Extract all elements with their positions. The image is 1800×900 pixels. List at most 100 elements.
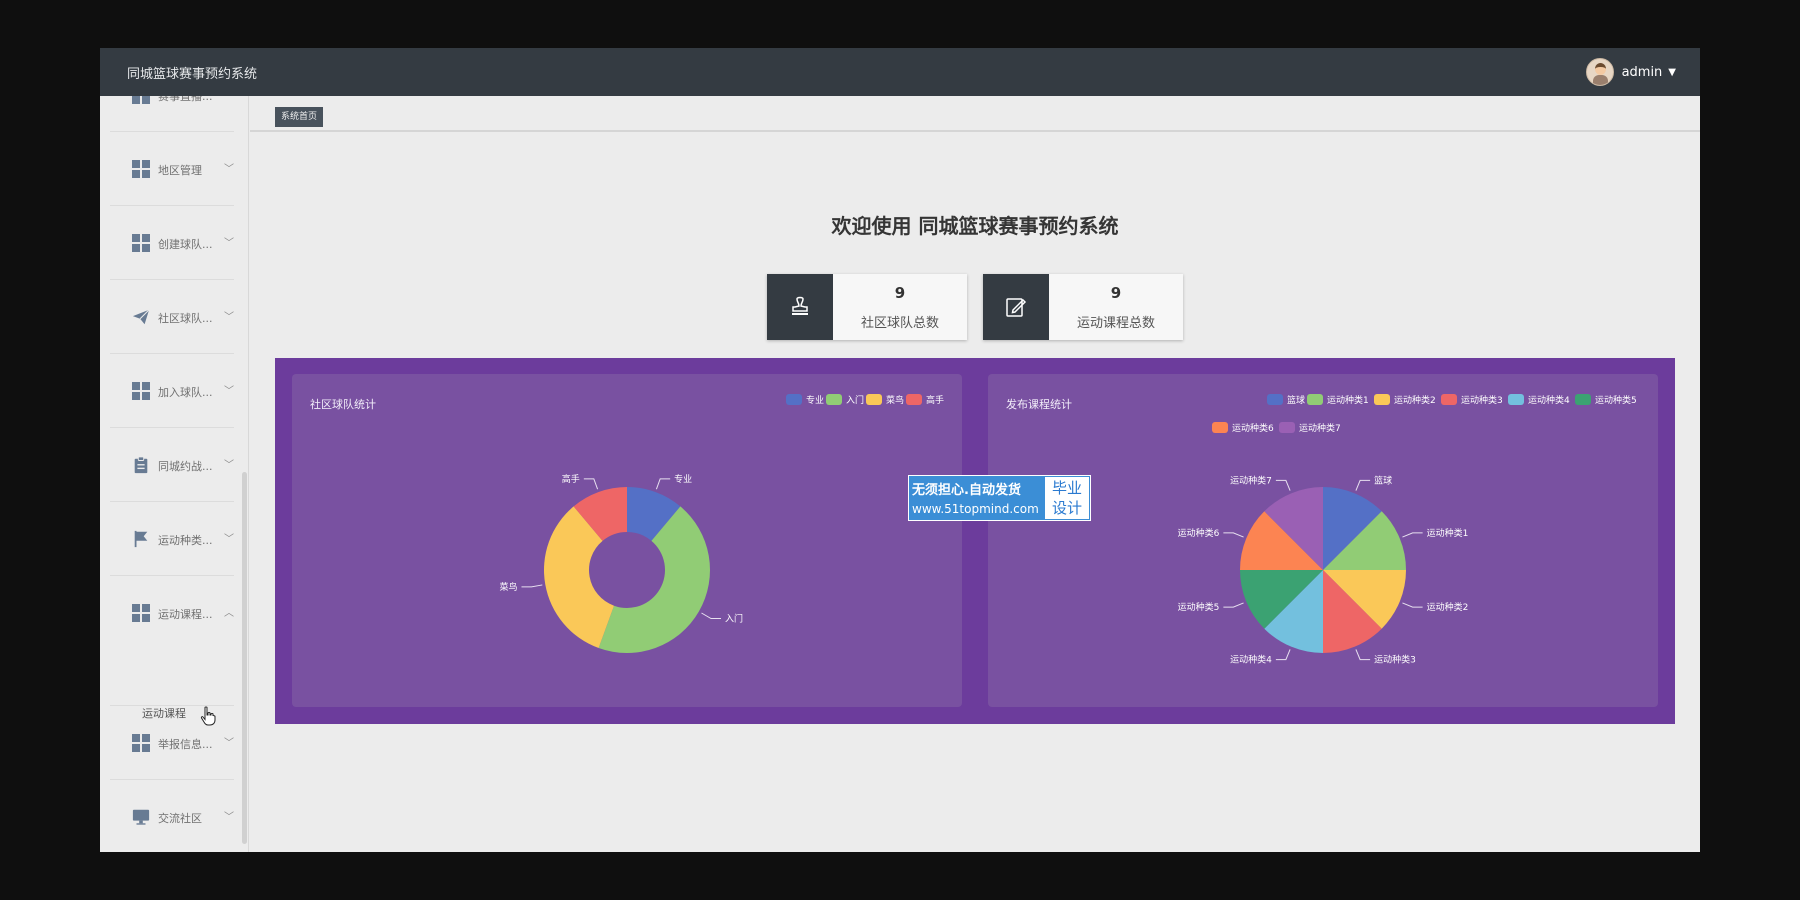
user-menu[interactable]: admin ▼ <box>1585 57 1676 87</box>
caret-down-icon[interactable]: ▼ <box>1668 67 1676 78</box>
sidebar-item-sport-type[interactable]: 运动种类... ﹀ <box>110 502 234 576</box>
chart-section: 社区球队统计 专业 入门 菜鸟 高手 专业 入门 菜鸟 高手 发布课程统计 篮球 运动种类1 运动… <box>275 358 1675 724</box>
avatar[interactable] <box>1585 58 1614 86</box>
legend-swatch[interactable] <box>1575 394 1591 405</box>
chevron-down-icon: ﹀ <box>224 812 234 823</box>
sidebar-item-join-team[interactable]: 加入球队... ﹀ <box>110 354 234 428</box>
legend-label[interactable]: 高手 <box>926 394 944 406</box>
legend-label[interactable]: 入门 <box>846 394 864 406</box>
stamp-icon <box>792 296 808 315</box>
grid-icon <box>132 96 150 104</box>
chevron-down-icon: ﹀ <box>224 534 234 545</box>
legend-swatch[interactable] <box>866 394 882 405</box>
chevron-down-icon: ﹀ <box>224 460 234 471</box>
sidebar-item-region[interactable]: 地区管理 ﹀ <box>110 132 234 206</box>
chevron-down-icon: ﹀ <box>224 164 234 175</box>
legend-swatch[interactable] <box>1279 422 1295 433</box>
chevron-down-icon: ﹀ <box>224 312 234 323</box>
legend-swatch[interactable] <box>1508 394 1524 405</box>
sidebar-item-community-team[interactable]: 社区球队... ﹀ <box>110 280 234 354</box>
legend-swatch[interactable] <box>786 394 802 405</box>
sidebar-item-label: 交流社区 <box>158 812 202 825</box>
stat-value: 9 <box>1110 284 1122 302</box>
stat-label: 运动课程总数 <box>1076 316 1155 331</box>
watermark-badge-bottom: 设计 <box>1051 499 1082 517</box>
legend-swatch[interactable] <box>1441 394 1457 405</box>
watermark-badge-top: 毕业 <box>1051 479 1082 497</box>
sidebar-item-label: 地区管理 <box>158 164 202 177</box>
team-pie-chart: 专业 入门 菜鸟 高手专业入门菜鸟高手 <box>499 394 944 653</box>
grid-icon <box>132 160 150 178</box>
legend-label[interactable]: 菜鸟 <box>886 394 904 406</box>
legend-label[interactable]: 运动种类4 <box>1528 394 1570 406</box>
sidebar-item-label: 社区球队... <box>158 312 213 325</box>
page-title: 欢迎使用 同城篮球赛事预约系统 <box>831 214 1119 238</box>
sidebar-item-forum[interactable]: 交流社区 ﹀ <box>110 780 234 852</box>
paper-plane-icon <box>132 309 150 325</box>
edit-icon <box>1006 298 1027 317</box>
pie-label: 运动种类1 <box>1427 527 1469 539</box>
sidebar: 赛事直播... ﹀ 地区管理 ﹀ 创建球队... ﹀ 社区球队... ﹀ 加入球… <box>100 96 249 852</box>
main-content: 系统首页 欢迎使用 同城篮球赛事预约系统 9 社区球队总数 9 运动课程总数 社… <box>250 96 1700 852</box>
pie-label-line <box>701 612 722 619</box>
watermark-line2: www.51topmind.com <box>912 502 1039 516</box>
watermark-banner: 无须担心.自动发货 www.51topmind.com 毕业 设计 <box>908 475 1091 521</box>
pie-label: 运动种类4 <box>1230 654 1272 666</box>
pie-label-line <box>1223 602 1244 608</box>
legend-label[interactable]: 运动种类1 <box>1327 394 1369 406</box>
chevron-down-icon: ﹀ <box>224 738 234 749</box>
chevron-down-icon: ﹀ <box>224 96 234 101</box>
breadcrumb: 系统首页 <box>250 96 1700 132</box>
sidebar-item-label: 同城约战... <box>158 460 213 473</box>
pie-label: 高手 <box>562 473 580 485</box>
legend-swatch[interactable] <box>1374 394 1390 405</box>
chevron-up-icon: ︿ <box>224 608 234 619</box>
sidebar-item-label: 运动课程... <box>158 608 213 621</box>
legend-label[interactable]: 篮球 <box>1287 394 1305 406</box>
pie-label: 运动种类5 <box>1178 601 1220 613</box>
legend-swatch[interactable] <box>1212 422 1228 433</box>
clipboard-icon <box>134 456 148 474</box>
top-header: 同城篮球赛事预约系统 admin ▼ <box>100 48 1700 96</box>
chevron-down-icon: ﹀ <box>224 238 234 249</box>
legend-swatch[interactable] <box>1307 394 1323 405</box>
legend-label[interactable]: 专业 <box>806 394 824 406</box>
chart-panel-teams: 社区球队统计 专业 入门 菜鸟 高手 专业 入门 菜鸟 高手 <box>292 374 962 707</box>
pie-label-line <box>655 478 671 490</box>
stat-card-courses: 9 运动课程总数 <box>983 274 1183 340</box>
pie-label-line <box>1355 649 1371 661</box>
sidebar-item-label: 创建球队... <box>158 238 213 251</box>
pie-label: 运动种类7 <box>1230 474 1272 486</box>
watermark-badge: 毕业 设计 <box>1045 477 1089 519</box>
monitor-icon <box>132 809 150 825</box>
sidebar-item-live[interactable]: 赛事直播... ﹀ <box>110 96 234 132</box>
app-title: 同城篮球赛事预约系统 <box>127 67 258 82</box>
sidebar-item-label: 运动种类... <box>158 534 213 547</box>
sidebar-item-sport-course[interactable]: 运动课程... ︿ <box>110 576 234 706</box>
pie-label: 入门 <box>725 613 743 625</box>
legend-swatch[interactable] <box>1267 394 1283 405</box>
legend-label[interactable]: 运动种类3 <box>1461 394 1503 406</box>
legend-swatch[interactable] <box>826 394 842 405</box>
legend-swatch[interactable] <box>906 394 922 405</box>
chevron-down-icon: ﹀ <box>224 386 234 397</box>
pie-label: 运动种类6 <box>1178 527 1220 539</box>
watermark-line1: 无须担心.自动发货 <box>912 483 1021 498</box>
pie-label: 篮球 <box>1374 474 1392 486</box>
grid-icon <box>132 234 150 252</box>
legend-label[interactable]: 运动种类2 <box>1394 394 1436 406</box>
tab-home[interactable]: 系统首页 <box>275 107 324 127</box>
sidebar-item-city-match[interactable]: 同城约战... ﹀ <box>110 428 234 502</box>
legend-label[interactable]: 运动种类5 <box>1595 394 1637 406</box>
grid-icon <box>132 734 150 752</box>
sidebar-item-report[interactable]: 举报信息... ﹀ <box>110 706 234 780</box>
stat-icon-box <box>983 274 1049 340</box>
legend-label[interactable]: 运动种类7 <box>1299 422 1341 434</box>
user-name[interactable]: admin <box>1622 65 1663 80</box>
sidebar-item-label: 赛事直播... <box>158 96 213 103</box>
sidebar-item-create-team[interactable]: 创建球队... ﹀ <box>110 206 234 280</box>
stat-value: 9 <box>894 284 906 302</box>
legend-label[interactable]: 运动种类6 <box>1232 422 1274 434</box>
sidebar-scrollbar[interactable] <box>242 472 247 844</box>
pie-label: 菜鸟 <box>499 581 517 593</box>
